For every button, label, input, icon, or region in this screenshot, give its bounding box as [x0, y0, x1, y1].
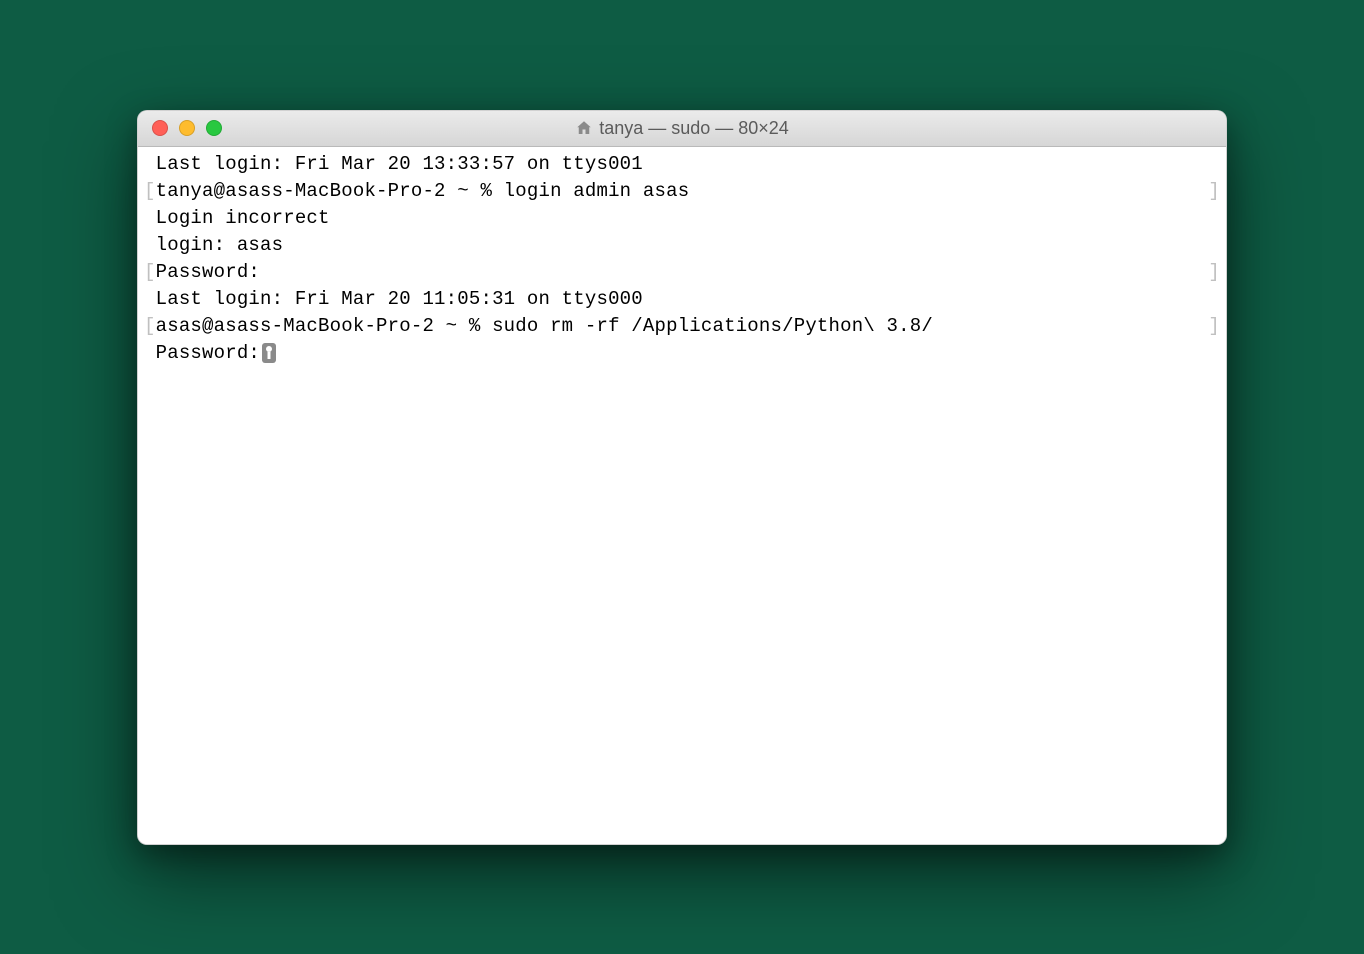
terminal-text: Last login: Fri Mar 20 11:05:31 on ttys0… [156, 286, 1220, 313]
prompt-bracket-right: ] [1208, 178, 1220, 205]
prompt-bracket-right: ] [1208, 313, 1220, 340]
terminal-text: Last login: Fri Mar 20 13:33:57 on ttys0… [156, 151, 1220, 178]
terminal-line: Login incorrect [144, 205, 1220, 232]
window-title: tanya — sudo — 80×24 [575, 118, 789, 139]
prompt-bracket-left [144, 286, 156, 313]
minimize-button[interactable] [179, 120, 195, 136]
terminal-line: [asas@asass-MacBook-Pro-2 ~ % sudo rm -r… [144, 313, 1220, 340]
prompt-bracket-right: ] [1208, 259, 1220, 286]
prompt-bracket-left [144, 151, 156, 178]
terminal-line: Last login: Fri Mar 20 11:05:31 on ttys0… [144, 286, 1220, 313]
terminal-window: tanya — sudo — 80×24 Last login: Fri Mar… [137, 110, 1227, 845]
terminal-text: asas@asass-MacBook-Pro-2 ~ % sudo rm -rf… [156, 313, 1209, 340]
prompt-bracket-left [144, 205, 156, 232]
prompt-bracket-left [144, 340, 156, 367]
terminal-text: login: asas [156, 232, 1220, 259]
traffic-lights [152, 120, 222, 136]
terminal-text: tanya@asass-MacBook-Pro-2 ~ % login admi… [156, 178, 1209, 205]
home-icon [575, 119, 593, 137]
prompt-bracket-left: [ [144, 178, 156, 205]
terminal-text: Login incorrect [156, 205, 1220, 232]
terminal-line: Password: [144, 340, 1220, 367]
prompt-bracket-left: [ [144, 259, 156, 286]
terminal-line: [Password:] [144, 259, 1220, 286]
maximize-button[interactable] [206, 120, 222, 136]
window-title-text: tanya — sudo — 80×24 [599, 118, 789, 139]
terminal-content[interactable]: Last login: Fri Mar 20 13:33:57 on ttys0… [138, 147, 1226, 844]
window-titlebar[interactable]: tanya — sudo — 80×24 [138, 111, 1226, 147]
terminal-line: Last login: Fri Mar 20 13:33:57 on ttys0… [144, 151, 1220, 178]
prompt-bracket-left [144, 232, 156, 259]
terminal-line: login: asas [144, 232, 1220, 259]
close-button[interactable] [152, 120, 168, 136]
password-prompt: Password: [156, 340, 260, 367]
key-icon [262, 343, 276, 363]
terminal-line: [tanya@asass-MacBook-Pro-2 ~ % login adm… [144, 178, 1220, 205]
terminal-text: Password: [156, 259, 1209, 286]
prompt-bracket-left: [ [144, 313, 156, 340]
